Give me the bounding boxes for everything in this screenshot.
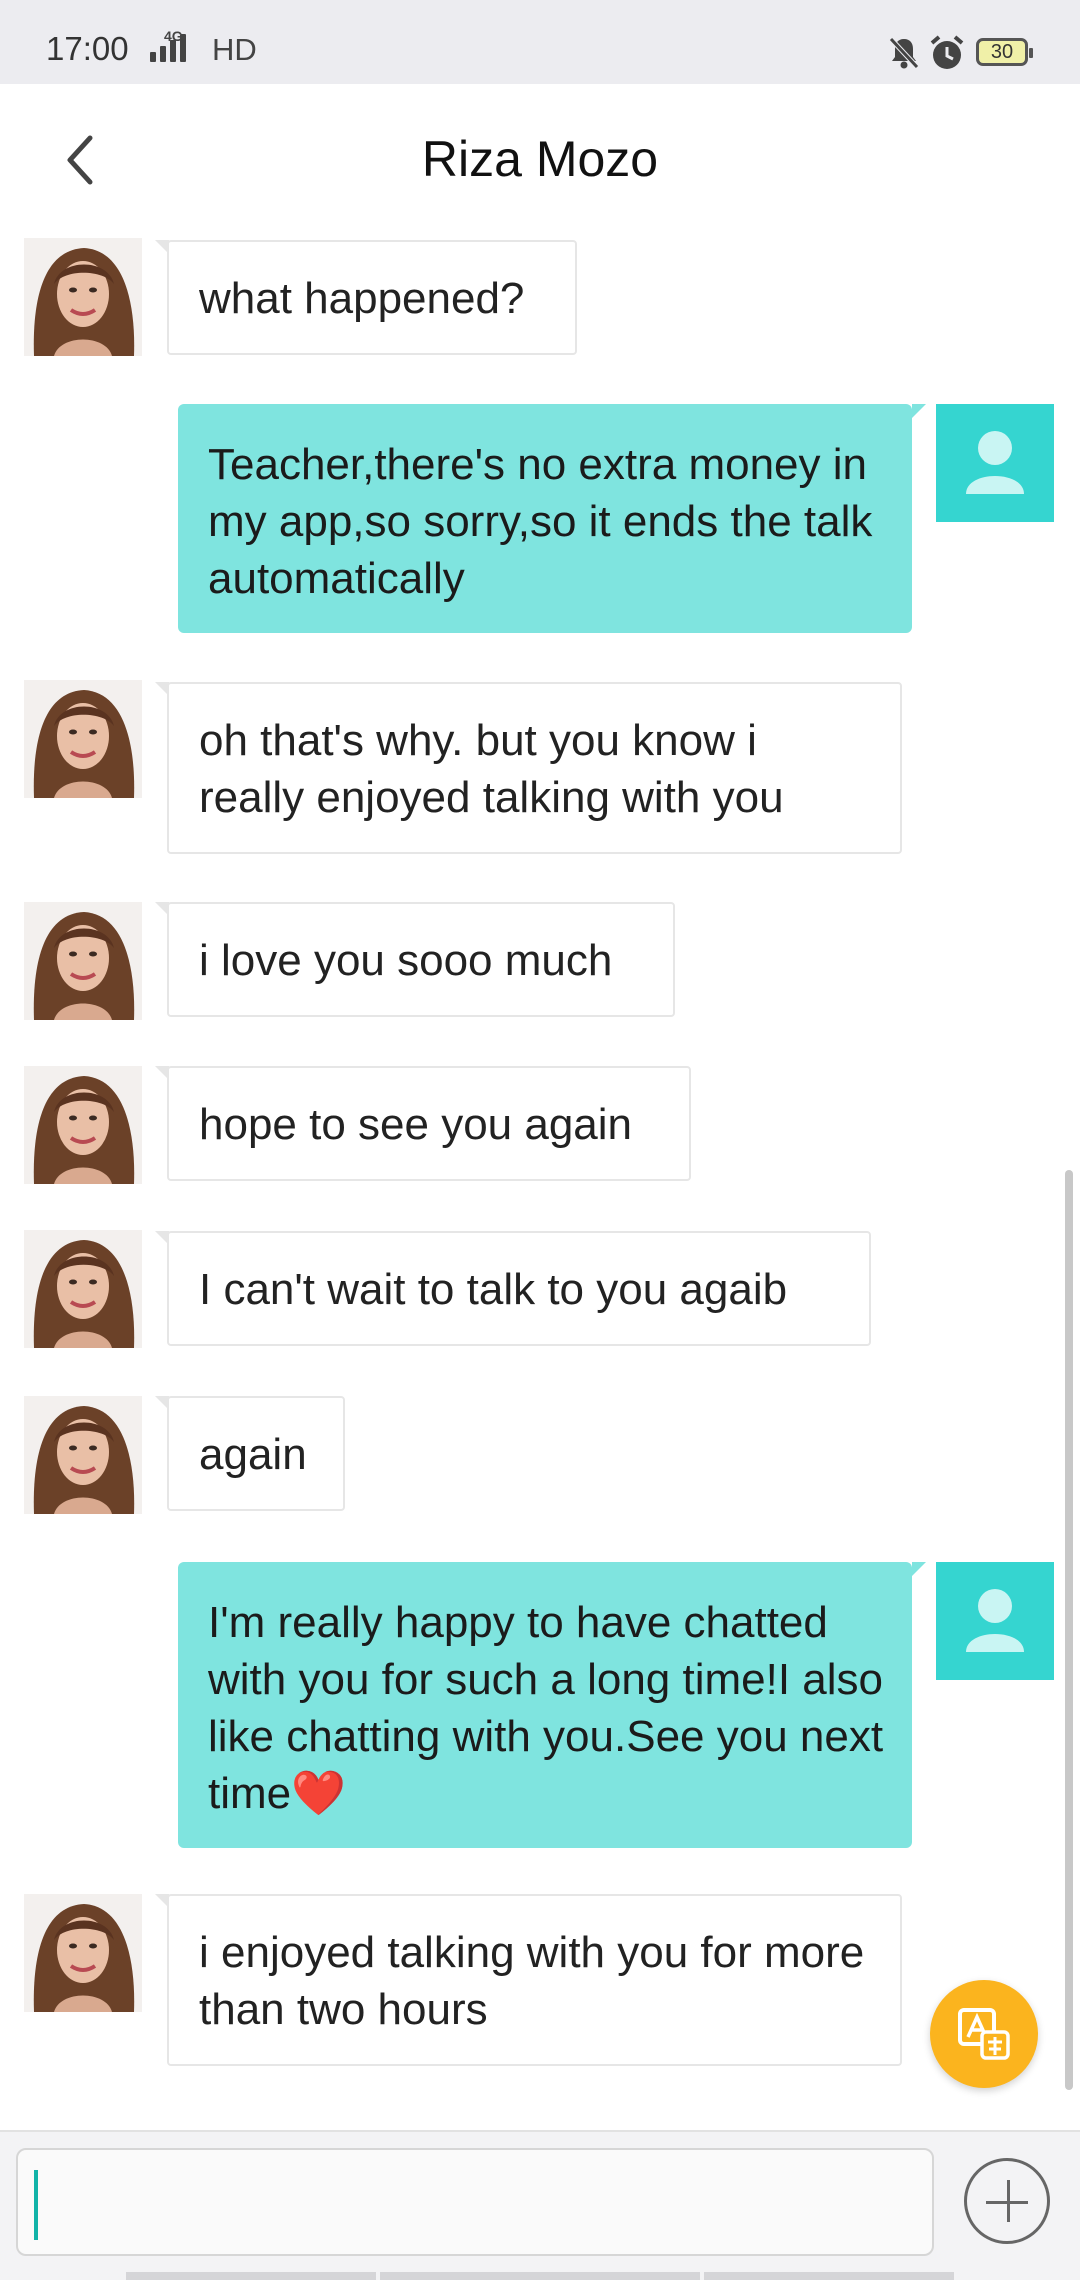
contact-avatar[interactable]: [24, 1230, 142, 1348]
contact-avatar[interactable]: [24, 680, 142, 798]
text-cursor: [34, 2170, 38, 2240]
message-bubble-incoming[interactable]: i love you sooo much: [155, 902, 675, 1017]
status-time: 17:00: [46, 30, 129, 67]
user-avatar[interactable]: [936, 1562, 1054, 1680]
translate-icon: [958, 2008, 1010, 2060]
message-bubble-outgoing[interactable]: Teacher,there's no extra money in my app…: [178, 404, 926, 633]
nav-indicator: [380, 2272, 700, 2280]
status-bar: 17:00 4G HD 30: [0, 0, 1080, 84]
contact-avatar[interactable]: [24, 1396, 142, 1514]
contact-avatar[interactable]: [24, 1066, 142, 1184]
message-bubble-incoming[interactable]: hope to see you again: [155, 1066, 691, 1181]
add-attachment-button[interactable]: [964, 2158, 1050, 2244]
message-bubble-outgoing[interactable]: I'm really happy to have chatted with yo…: [178, 1562, 926, 1848]
nav-indicator: [126, 2272, 376, 2280]
contact-avatar[interactable]: [24, 238, 142, 356]
signal-icon: 4G: [150, 28, 186, 62]
message-bubble-incoming[interactable]: oh that's why. but you know i really enj…: [155, 682, 902, 854]
contact-avatar[interactable]: [24, 1894, 142, 2012]
mute-bell-icon: [888, 36, 920, 75]
page-title: Riza Mozo: [421, 131, 659, 187]
battery-indicator: 30: [976, 38, 1033, 66]
scrollbar[interactable]: [1065, 1170, 1073, 2090]
user-avatar[interactable]: [936, 404, 1054, 522]
message-bubble-incoming[interactable]: what happened?: [155, 240, 577, 355]
chat-header: Riza Mozo: [0, 84, 1080, 234]
message-composer: [0, 2130, 1080, 2280]
nav-indicator: [704, 2272, 954, 2280]
user-icon: [966, 1589, 1024, 1652]
message-list[interactable]: what happened? Teacher,there's no extra …: [0, 234, 1080, 2130]
hd-label: HD: [212, 32, 257, 67]
network-type: 4G: [164, 28, 183, 44]
message-bubble-incoming[interactable]: I can't wait to talk to you agaib: [155, 1231, 871, 1346]
alarm-icon: [928, 34, 966, 77]
translate-button[interactable]: [930, 1980, 1038, 2088]
message-bubble-incoming[interactable]: again: [155, 1396, 345, 1511]
message-input[interactable]: [16, 2148, 934, 2256]
contact-avatar[interactable]: [24, 902, 142, 1020]
message-bubble-incoming[interactable]: i enjoyed talking with you for more than…: [155, 1894, 902, 2066]
user-icon: [966, 431, 1024, 494]
